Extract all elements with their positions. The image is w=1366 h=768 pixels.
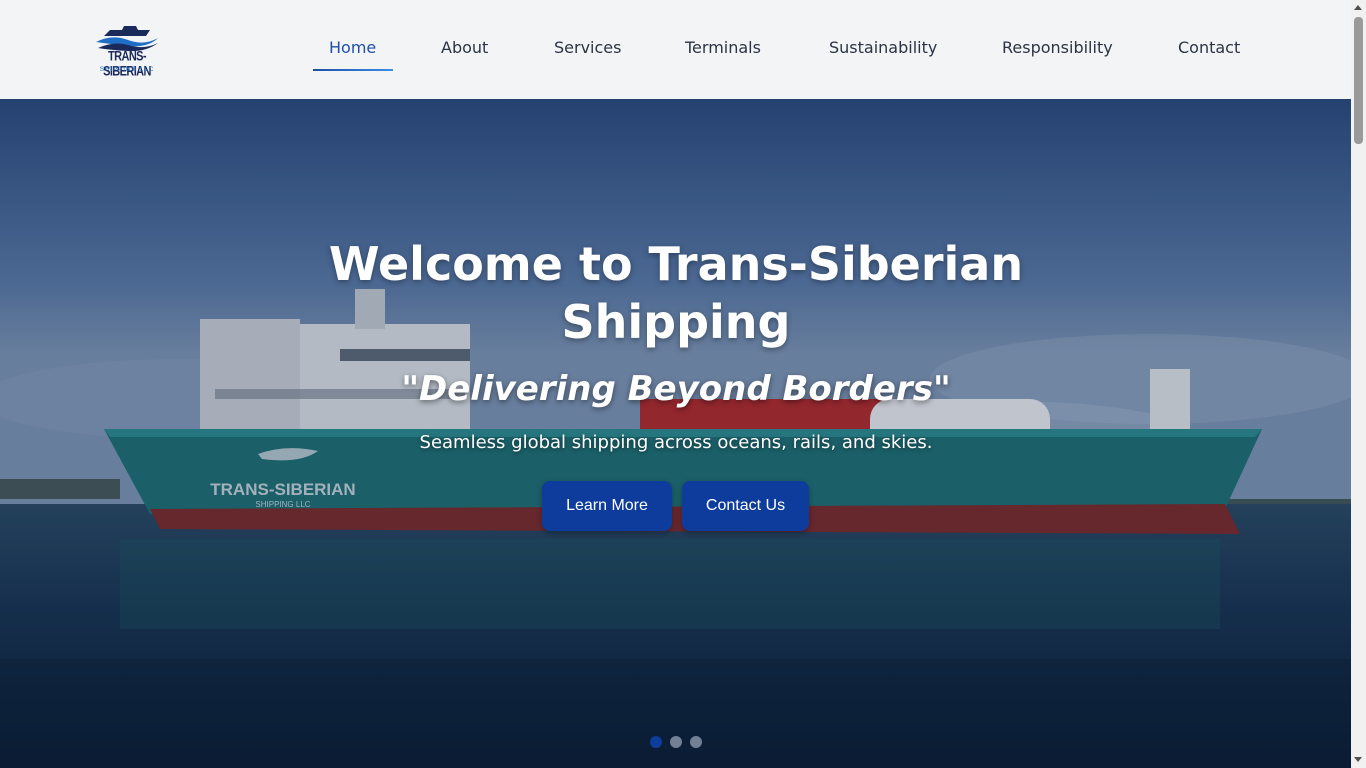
nav-contact[interactable]: Contact xyxy=(1178,38,1240,62)
active-nav-indicator xyxy=(313,69,393,71)
learn-more-button[interactable]: Learn More xyxy=(542,481,672,531)
carousel-dot-2[interactable] xyxy=(670,736,682,748)
scroll-thumb[interactable] xyxy=(1354,17,1363,144)
nav-sustainability[interactable]: Sustainability xyxy=(829,38,937,62)
page-scrollbar[interactable] xyxy=(1351,0,1366,768)
carousel-dot-1[interactable] xyxy=(650,736,662,748)
nav-terminals[interactable]: Terminals xyxy=(685,38,761,62)
hero-subtitle: Seamless global shipping across oceans, … xyxy=(419,432,933,453)
scroll-down-arrow-icon[interactable] xyxy=(1354,757,1362,762)
hero-section: TRANS-SIBERIAN SHIPPING LLC Welcome to T… xyxy=(0,99,1351,768)
nav-about[interactable]: About xyxy=(441,38,488,62)
carousel-dot-3[interactable] xyxy=(690,736,702,748)
hero-tagline: "Delivering Beyond Borders" xyxy=(401,369,951,409)
contact-us-button[interactable]: Contact Us xyxy=(682,481,809,531)
scroll-up-arrow-icon[interactable] xyxy=(1354,5,1362,10)
nav-services[interactable]: Services xyxy=(554,38,621,62)
nav-responsibility[interactable]: Responsibility xyxy=(1002,38,1113,62)
nav-home[interactable]: Home xyxy=(329,38,376,62)
hero-title: Welcome to Trans-Siberian Shipping xyxy=(328,237,1024,349)
main-nav: Home About Services Terminals Sustainabi… xyxy=(0,0,1351,99)
site-header: TRANS-SIBERIAN SHIPPING LLC Home About S… xyxy=(0,0,1351,99)
